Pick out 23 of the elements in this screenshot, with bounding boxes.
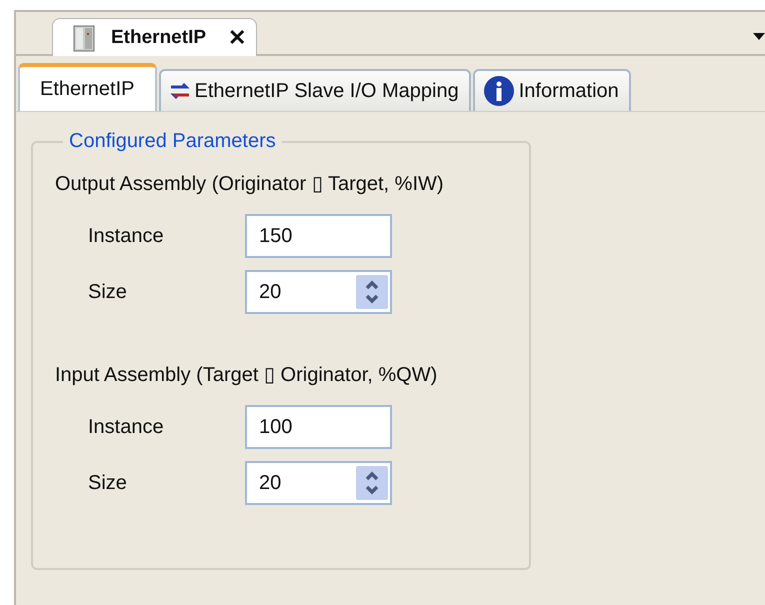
arrows-icon bbox=[168, 83, 191, 99]
device-icon bbox=[73, 24, 95, 52]
spin-arrows-icon[interactable] bbox=[356, 275, 388, 309]
input-field[interactable]: 150 bbox=[245, 214, 392, 258]
spin-field[interactable]: 20 bbox=[245, 270, 392, 314]
input-field[interactable]: 100 bbox=[245, 405, 392, 449]
document-tab[interactable]: EthernetIP ✕ bbox=[52, 18, 258, 56]
spin-arrows-icon[interactable] bbox=[356, 466, 388, 500]
field-label: Size bbox=[87, 472, 128, 494]
tab[interactable]: EthernetIP bbox=[18, 63, 157, 111]
document-tab-title: EthernetIP bbox=[111, 26, 206, 48]
section-title: Input Assembly (Target ▯ Originator, %QW) bbox=[55, 363, 438, 387]
field-label: Instance bbox=[87, 416, 165, 438]
group-title: Configured Parameters bbox=[68, 130, 277, 153]
tab[interactable]: Information bbox=[472, 69, 631, 111]
section-title: Output Assembly (Originator ▯ Target, %IW) bbox=[55, 172, 445, 196]
field-label: Instance bbox=[87, 224, 165, 248]
close-icon[interactable]: ✕ bbox=[228, 24, 246, 50]
info-icon bbox=[482, 75, 515, 107]
tab[interactable]: EthernetIP Slave I/O Mapping bbox=[158, 69, 471, 111]
spin-field[interactable]: 20 bbox=[245, 461, 392, 505]
dropdown-caret-icon[interactable] bbox=[753, 33, 765, 41]
field-label: Size bbox=[87, 280, 128, 304]
